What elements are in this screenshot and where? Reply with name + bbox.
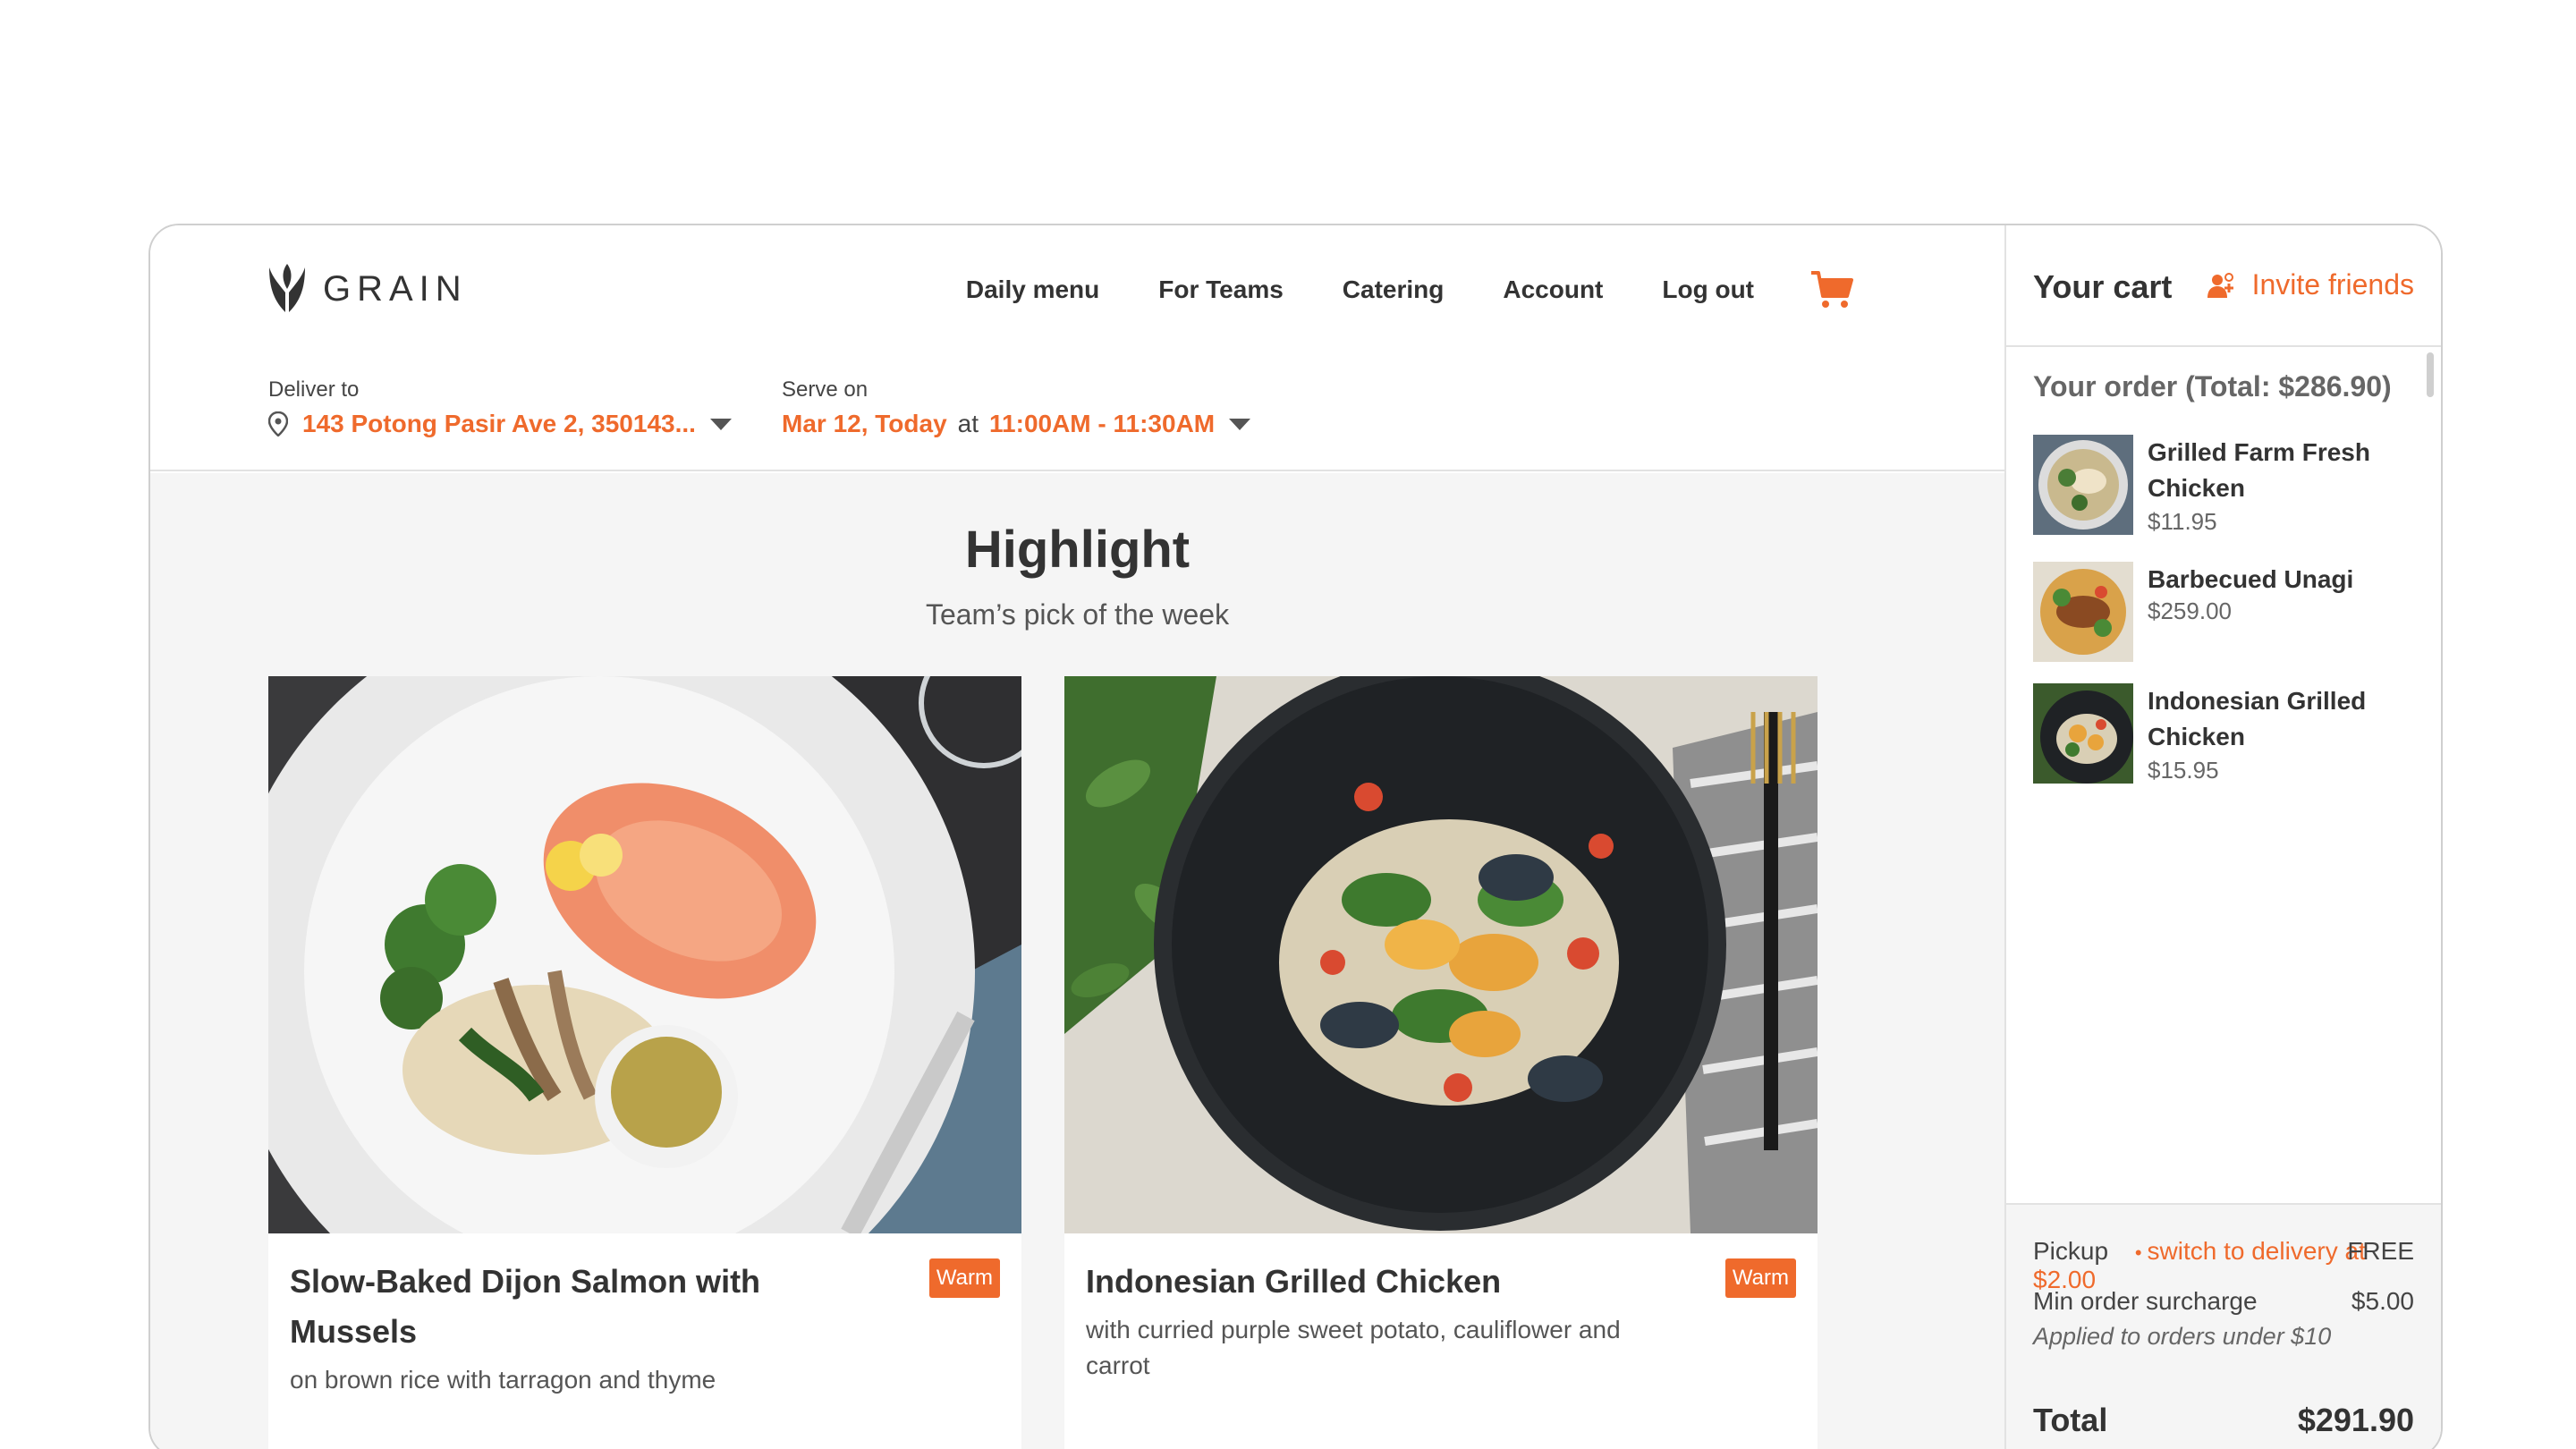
main-panel: GRAIN Daily menu For Teams Catering Acco… [150, 225, 2004, 1449]
chevron-down-icon [709, 419, 732, 430]
deliver-to: Deliver to 143 Potong Pasir Ave 2, 35014… [268, 377, 732, 438]
logo-text: GRAIN [323, 268, 468, 309]
cart-item-price: $15.95 [2148, 757, 2219, 784]
meal-card[interactable]: Indonesian Grilled Chicken with curried … [1064, 676, 1818, 1449]
cart-item: Grilled Farm Fresh Chicken $11.95 1 × [2033, 435, 2441, 542]
meal-name: Indonesian Grilled Chicken [1086, 1263, 1502, 1300]
shopping-cart-icon[interactable] [1809, 269, 1854, 310]
total-label: Total [2033, 1402, 2108, 1438]
cart-item-price: $259.00 [2148, 597, 2232, 624]
meal-card[interactable]: Slow-Baked Dijon Salmon with Mussels on … [268, 676, 1021, 1449]
meal-photo [268, 676, 1021, 1233]
cart-summary: Pickup • switch to delivery at $2.00 FREE… [2006, 1203, 2441, 1449]
cart-item-photo [2033, 683, 2133, 784]
warm-badge: Warm [928, 1258, 1000, 1298]
cart-item-price: $11.95 [2148, 508, 2217, 535]
surcharge-value: $5.00 [2351, 1287, 2414, 1315]
meal-description: with curried purple sweet potato, caulif… [1086, 1316, 1621, 1379]
highlight-section: Highlight Team’s pick of the week Slow-B… [150, 473, 2004, 1449]
chevron-down-icon [1229, 419, 1251, 430]
warm-badge: Warm [1724, 1258, 1796, 1298]
nav-for-teams[interactable]: For Teams [1158, 275, 1284, 304]
app-window: GRAIN Daily menu For Teams Catering Acco… [148, 224, 2443, 1449]
meal-photo [1064, 676, 1818, 1233]
serve-time: 11:00AM - 11:30AM [989, 410, 1216, 437]
pickup-row: Pickup • switch to delivery at $2.00 FREE [2033, 1237, 2414, 1294]
cart-item-photo [2033, 562, 2133, 662]
cart-item: Barbecued Unagi $259.00 20 × [2033, 562, 2441, 669]
section-title: Highlight [964, 521, 1191, 579]
meal-info: Indonesian Grilled Chicken with curried … [1064, 1233, 1818, 1384]
surcharge-note: Applied to orders under $10 [2033, 1323, 2332, 1350]
cart-item-name: Grilled Farm Fresh Chicken [2148, 438, 2370, 502]
nav-account[interactable]: Account [1503, 275, 1603, 304]
total-value: $291.90 [2297, 1402, 2414, 1438]
meal-name: Slow-Baked Dijon Salmon with Mussels [290, 1263, 761, 1350]
invite-friends-icon [2207, 272, 2233, 298]
nav-daily-menu[interactable]: Daily menu [966, 275, 1099, 304]
total-row: Total $291.90 [2033, 1402, 2414, 1439]
invite-friends-label: Invite friends [2251, 268, 2414, 301]
cart-panel: Your cart Invite friends Your order (Tot… [2004, 225, 2441, 1449]
grain-logo[interactable]: GRAIN [267, 259, 468, 318]
cart-item-name: Indonesian Grilled Chicken [2148, 687, 2367, 750]
pickup-label: Pickup [2033, 1237, 2109, 1265]
location-pin-icon [268, 411, 288, 436]
deliver-label: Deliver to [268, 377, 360, 402]
order-total: Your order (Total: $286.90) [2033, 370, 2392, 402]
nav-catering[interactable]: Catering [1343, 275, 1445, 304]
address-value: 143 Potong Pasir Ave 2, 350143... [302, 410, 696, 437]
cart-header: Your cart Invite friends [2006, 225, 2441, 347]
cart-title: Your cart [2033, 268, 2173, 305]
surcharge-label: Min order surcharge [2033, 1287, 2258, 1315]
main-nav: Daily menu For Teams Catering Account Lo… [907, 263, 1854, 317]
cart-item: Indonesian Grilled Chicken $15.95 1 × [2033, 683, 2441, 791]
invite-friends-link[interactable]: Invite friends [2206, 268, 2414, 301]
surcharge-row: Min order surcharge $5.00 [2033, 1287, 2414, 1316]
at-text: at [957, 410, 979, 437]
serve-on: Serve on Mar 12, Today at 11:00AM - 11:3… [782, 377, 1251, 438]
grain-leaf-icon [269, 264, 305, 312]
section-subtitle: Team’s pick of the week [925, 598, 1230, 631]
pickup-value: FREE [2347, 1237, 2414, 1265]
meal-description: on brown rice with tarragon and thyme [290, 1366, 716, 1394]
cart-scrollbar[interactable] [2427, 352, 2434, 397]
header: GRAIN Daily menu For Teams Catering Acco… [150, 225, 2004, 471]
address-selector[interactable]: 143 Potong Pasir Ave 2, 350143... [268, 410, 732, 438]
meal-info: Slow-Baked Dijon Salmon with Mussels on … [268, 1233, 1021, 1398]
serve-date: Mar 12, Today [782, 410, 947, 437]
nav-log-out[interactable]: Log out [1662, 275, 1754, 304]
serve-time-selector[interactable]: Mar 12, Today at 11:00AM - 11:30AM [782, 410, 1251, 438]
cart-item-photo [2033, 435, 2133, 535]
serve-label: Serve on [782, 377, 869, 402]
cart-item-name: Barbecued Unagi [2148, 565, 2354, 593]
